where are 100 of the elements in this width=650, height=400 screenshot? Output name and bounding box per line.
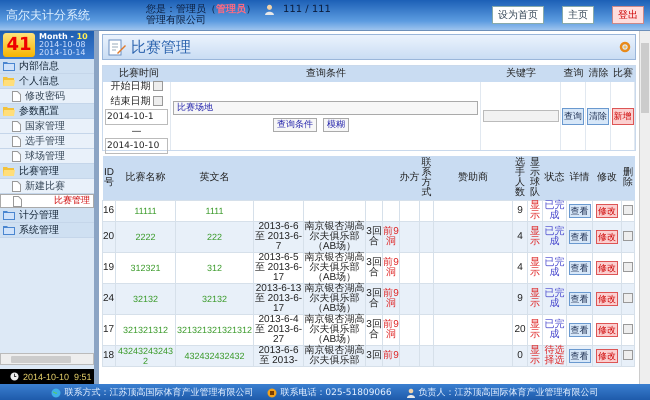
status-text: 已完成 (544, 288, 564, 309)
edit-button[interactable]: 修改 (596, 292, 618, 306)
delete-checkbox[interactable] (623, 262, 633, 272)
menu-group[interactable]: 计分管理 (0, 208, 94, 223)
horizontal-scrollbar[interactable] (0, 353, 94, 365)
table-cell: 2222 (135, 232, 156, 242)
footer-text: 联系方式：江苏顶高国际体育产业管理有限公司 (64, 386, 254, 399)
footer-text: 负责人：江苏顶高国际体育产业管理有限公司 (418, 386, 599, 399)
table-cell: 前9 (383, 350, 399, 361)
view-button[interactable]: 查看 (568, 261, 590, 275)
query-header: 比赛时间 (103, 66, 171, 82)
refresh-icon[interactable] (619, 41, 631, 53)
end-date-field[interactable]: 2014-10-10 (105, 138, 168, 154)
menu-item[interactable]: 比赛管理 (0, 194, 94, 208)
table-cell: 3回合 (366, 319, 382, 340)
table-cell: 显示 (530, 226, 540, 247)
menu-group[interactable]: 系统管理 (0, 223, 94, 238)
document-icon (12, 180, 21, 192)
table-cell: 南京银杏湖高尔夫俱乐部（AB场） (304, 283, 364, 314)
view-button[interactable]: 查看 (568, 204, 590, 218)
status-text: 待选择选 (544, 345, 564, 366)
delete-checkbox[interactable] (623, 292, 633, 302)
header-button[interactable]: 登出 (612, 6, 644, 24)
week-start-date: 2014-10-08 (39, 41, 86, 49)
end-date-checkbox[interactable] (152, 96, 162, 106)
menu-item[interactable]: 新建比赛 (0, 179, 94, 194)
view-button[interactable]: 查看 (568, 349, 590, 363)
edit-button[interactable]: 修改 (596, 230, 618, 244)
column-header: 详情 (570, 172, 590, 183)
clock-text: 2014-10-10 9:51 (23, 372, 92, 382)
table-cell: 南京银杏湖高尔夫俱乐部（AB场） (304, 252, 364, 283)
table-cell: 432432432432 (184, 351, 245, 361)
query-button[interactable]: 新增 (612, 108, 634, 124)
menu-item[interactable]: 球场管理 (0, 149, 94, 164)
footer-text: 联系电话：025-51809066 (280, 386, 392, 399)
edit-button[interactable]: 修改 (596, 323, 618, 337)
start-date-field[interactable]: 2014-10-1 (105, 108, 168, 124)
delete-checkbox[interactable] (623, 230, 633, 240)
vertical-scrollbar[interactable] (639, 31, 650, 384)
view-button[interactable]: 查看 (568, 292, 590, 306)
view-button[interactable]: 查看 (568, 323, 590, 337)
status-text: 已完成 (544, 319, 564, 340)
folder-icon (3, 61, 15, 71)
query-header: 清除 (586, 66, 611, 82)
table-cell: 2013-6-5 至 2013-6-17 (254, 252, 302, 283)
table-cell: 32132 (132, 294, 158, 304)
column-header: 比赛名称 (126, 172, 166, 183)
venue-dropdown[interactable]: 比赛场地 (173, 100, 478, 114)
table-cell: 前9洞 (383, 288, 399, 309)
edit-button[interactable]: 修改 (596, 349, 618, 363)
column-header: 赞助商 (458, 172, 488, 183)
delete-checkbox[interactable] (623, 350, 633, 360)
table-cell: 2013-6-13 至 2013-6-17 (254, 283, 302, 314)
table-cell: 9 (517, 205, 523, 216)
table-cell: 3回合 (366, 257, 382, 278)
company-name: 管理有限公司 (146, 15, 207, 26)
menu-item[interactable]: 选手管理 (0, 134, 94, 149)
menu-group[interactable]: 内部信息 (0, 59, 94, 74)
table-cell: 4 (517, 262, 523, 273)
open-folder-icon (3, 166, 15, 176)
table-cell: 4 (517, 231, 523, 242)
delete-checkbox[interactable] (623, 204, 633, 214)
globe-icon (51, 388, 62, 398)
table-cell: 321321312 (122, 325, 168, 335)
menu-group[interactable]: 参数配置 (0, 104, 94, 119)
table-cell: 前9洞 (383, 257, 399, 278)
keyword-field[interactable] (482, 110, 558, 122)
column-header: 修改 (597, 172, 617, 183)
table-cell: 3回合 (366, 288, 382, 309)
condition-dropdown[interactable]: 查询条件 (273, 118, 317, 132)
status-text: 已完成 (544, 200, 564, 221)
column-header: 选手人数 (515, 157, 525, 198)
header-button[interactable]: 设为首页 (492, 6, 544, 24)
document-icon (12, 150, 21, 162)
table-cell: 1111 (205, 206, 224, 216)
match-mode-dropdown[interactable]: 模糊 (323, 118, 349, 132)
menu-item[interactable]: 国家管理 (0, 119, 94, 134)
page-title: 比赛管理 (131, 38, 191, 56)
query-button[interactable]: 清除 (587, 108, 609, 124)
table-cell: 17 (103, 324, 114, 335)
query-button[interactable]: 查询 (562, 108, 584, 124)
person-icon (264, 4, 275, 15)
menu-group[interactable]: 个人信息 (0, 74, 94, 89)
end-date-label: 结束日期 (110, 94, 150, 108)
table-cell: 2013-6-6 至 2013-6-7 (254, 221, 302, 252)
column-header: 删除 (623, 167, 633, 188)
folder-icon (3, 225, 15, 235)
view-button[interactable]: 查看 (568, 230, 590, 244)
menu-item[interactable]: 修改密码 (0, 89, 94, 104)
table-cell: 20 (514, 324, 526, 335)
table-cell: 南京银杏湖高尔夫俱乐部（AB场） (304, 221, 364, 252)
edit-button[interactable]: 修改 (596, 204, 618, 218)
menu-group[interactable]: 比赛管理 (0, 164, 94, 179)
open-folder-icon (3, 76, 15, 86)
delete-checkbox[interactable] (623, 324, 633, 334)
edit-button[interactable]: 修改 (596, 261, 618, 275)
column-header: 联系方式 (422, 157, 432, 198)
query-header: 关键字 (481, 66, 561, 82)
query-header: 查询 (561, 66, 586, 82)
header-button[interactable]: 主页 (562, 6, 594, 24)
